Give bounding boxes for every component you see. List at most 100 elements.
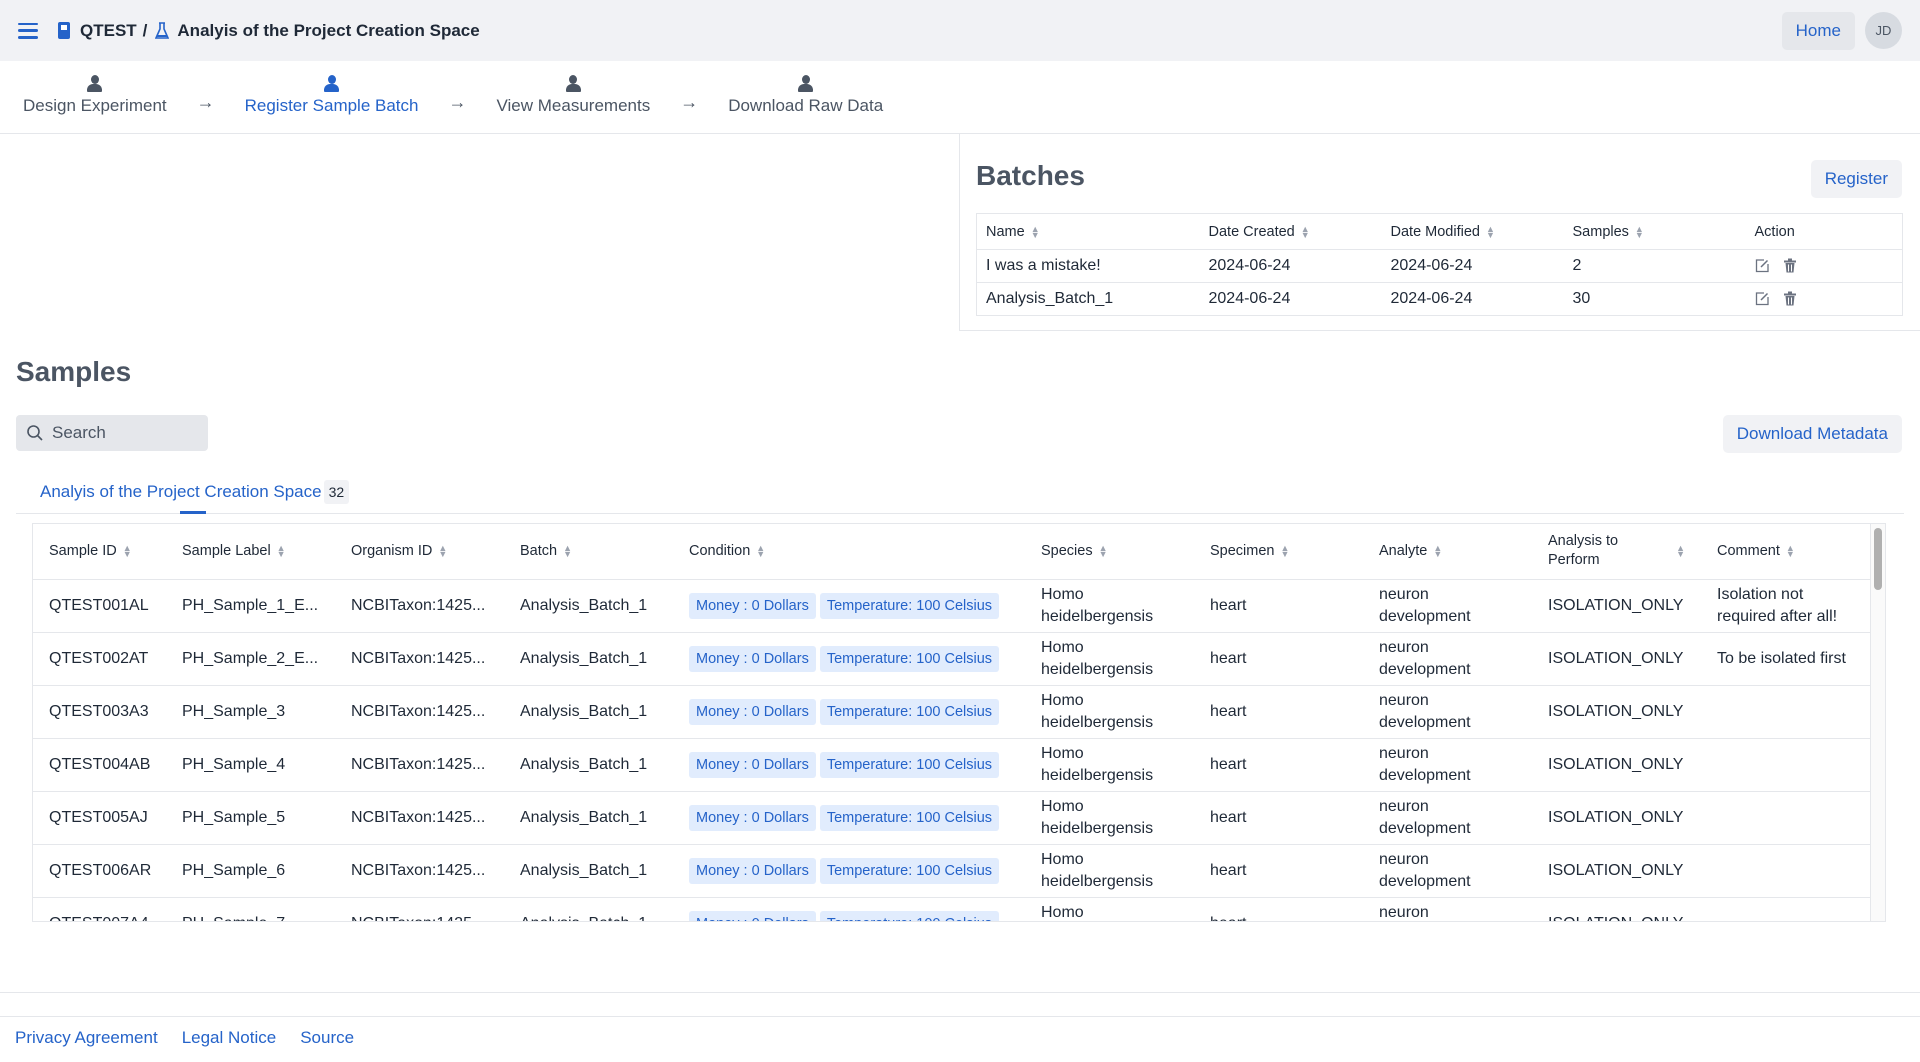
project-notebook-icon [58, 22, 70, 39]
sample-cell-id: QTEST003A3 [33, 685, 166, 739]
batch-cell-samples: 30 [1563, 282, 1746, 316]
divider [0, 992, 1920, 993]
sample-row[interactable]: QTEST005AJ PH_Sample_5 NCBITaxon:1425... An… [33, 791, 1871, 845]
experiment-tabs: Analyis of the Project Creation Space 32 [16, 478, 1904, 514]
download-metadata-button[interactable]: Download Metadata [1722, 415, 1902, 453]
footer-link-source[interactable]: Source [300, 1028, 354, 1048]
column-header-sample-label[interactable]: Sample Label ▲ ▼ [166, 524, 335, 580]
sample-row[interactable]: QTEST003A3 PH_Sample_3 NCBITaxon:1425... An… [33, 685, 1871, 739]
batch-cell-name: Analysis_Batch_1 [976, 282, 1200, 316]
sample-cell-organism: NCBITaxon:1425... [335, 897, 504, 921]
divider [0, 1016, 1920, 1017]
breadcrumb-experiment[interactable]: Analyis of the Project Creation Space [177, 21, 479, 41]
sort-icon: ▲ ▼ [1300, 223, 1310, 240]
sample-cell-specimen: heart [1194, 738, 1363, 792]
sample-cell-batch: Analysis_Batch_1 [504, 579, 673, 633]
sort-icon: ▲ ▼ [438, 543, 448, 560]
sort-icon: ▲ ▼ [122, 543, 132, 560]
sample-row[interactable]: QTEST004AB PH_Sample_4 NCBITaxon:1425... An… [33, 738, 1871, 792]
delete-trash-icon[interactable] [1783, 291, 1797, 306]
tab-label: Analyis of the Project Creation Space [40, 482, 322, 501]
breadcrumb-project[interactable]: QTEST [80, 21, 137, 41]
sample-cell-conditions: Money : 0 DollarsTemperature: 100 Celsiu… [673, 632, 1025, 686]
sample-cell-conditions: Money : 0 DollarsTemperature: 100 Celsiu… [673, 685, 1025, 739]
condition-tag: Temperature: 100 Celsius [819, 698, 1000, 725]
sample-cell-species: Homo heidelbergensis [1025, 579, 1194, 633]
delete-trash-icon[interactable] [1783, 258, 1797, 273]
column-label: Analysis to Perform [1548, 533, 1619, 569]
hamburger-menu-icon[interactable] [18, 22, 38, 39]
sort-icon: ▲ ▼ [1098, 543, 1108, 560]
sample-row[interactable]: QTEST006AR PH_Sample_6 NCBITaxon:1425... An… [33, 844, 1871, 898]
sample-cell-label: PH_Sample_6 [166, 844, 335, 898]
column-header-organism-id[interactable]: Organism ID ▲ ▼ [335, 524, 504, 580]
sample-cell-organism: NCBITaxon:1425... [335, 738, 504, 792]
person-icon [565, 75, 581, 92]
sample-cell-comment [1701, 844, 1871, 898]
condition-tag: Temperature: 100 Celsius [819, 857, 1000, 884]
column-header-sample-id[interactable]: Sample ID ▲ ▼ [33, 524, 166, 580]
sample-cell-id: QTEST001AL [33, 579, 166, 633]
sample-cell-species: Homo heidelbergensis [1025, 844, 1194, 898]
sample-row[interactable]: QTEST001AL PH_Sample_1_E... NCBITaxon:1425… [33, 579, 1871, 633]
column-header-specimen[interactable]: Specimen ▲ ▼ [1194, 524, 1363, 580]
step-label: Register Sample Batch [244, 96, 419, 115]
sort-icon: ▲ ▼ [1280, 543, 1290, 560]
sample-cell-specimen: heart [1194, 791, 1363, 845]
edit-icon[interactable] [1755, 291, 1769, 306]
column-header-batch[interactable]: Batch ▲ ▼ [504, 524, 673, 580]
step-label: Download Raw Data [728, 96, 884, 115]
sample-row[interactable]: QTEST007A4PH_Sample_7NCBITaxon:1425...An… [33, 897, 1871, 921]
sample-cell-specimen: heart [1194, 685, 1363, 739]
arrow-right-icon: → [196, 92, 215, 112]
register-batch-button[interactable]: Register [1810, 160, 1902, 198]
column-header-analyte[interactable]: Analyte ▲ ▼ [1363, 524, 1532, 580]
sample-cell-analyte: neuron development [1363, 738, 1532, 792]
sample-cell-species: Homo heidelbergensis [1025, 685, 1194, 739]
edit-icon[interactable] [1755, 258, 1769, 273]
scrollbar-thumb[interactable] [1874, 528, 1882, 590]
sample-cell-comment [1701, 897, 1871, 921]
column-header-comment[interactable]: Comment ▲ ▼ [1701, 524, 1871, 580]
column-header-analysis-to-perform[interactable]: Analysis to Perform ▲ ▼ [1532, 524, 1701, 580]
sample-cell-analyte: neuron development [1363, 791, 1532, 845]
home-button[interactable]: Home [1781, 11, 1855, 50]
condition-tag: Money : 0 Dollars [689, 910, 816, 921]
sample-cell-organism: NCBITaxon:1425... [335, 685, 504, 739]
sample-cell-analysis: ISOLATION_ONLY [1532, 632, 1701, 686]
condition-tag: Money : 0 Dollars [689, 857, 816, 884]
workflow-stepper: Design Experiment → Register Sample Batc… [0, 61, 1920, 134]
sample-row[interactable]: QTEST002AT PH_Sample_2_E... NCBITaxon:1425… [33, 632, 1871, 686]
search-input[interactable] [52, 423, 202, 443]
column-header-name[interactable]: Name ▲ ▼ [976, 213, 1200, 250]
person-icon [798, 75, 814, 92]
tab-experiment[interactable]: Analyis of the Project Creation Space 32 [40, 480, 350, 504]
table-scrollbar[interactable] [1870, 524, 1885, 921]
condition-tag: Money : 0 Dollars [689, 592, 816, 619]
sample-cell-conditions: Money : 0 DollarsTemperature: 100 Celsiu… [673, 844, 1025, 898]
sample-cell-comment [1701, 738, 1871, 792]
column-label: Specimen [1210, 543, 1275, 560]
search-box[interactable] [16, 415, 208, 451]
sample-cell-specimen: heart [1194, 844, 1363, 898]
sample-cell-batch: Analysis_Batch_1 [504, 897, 673, 921]
step-design-experiment[interactable]: Design Experiment [23, 75, 167, 116]
sample-cell-species: Homo heidelbergensis [1025, 791, 1194, 845]
column-header-date-created[interactable]: Date Created ▲ ▼ [1199, 213, 1382, 250]
column-label: Condition [689, 543, 751, 560]
column-header-date-modified[interactable]: Date Modified ▲ ▼ [1381, 213, 1564, 250]
condition-tag: Temperature: 100 Celsius [819, 645, 1000, 672]
footer-link-legal[interactable]: Legal Notice [182, 1028, 277, 1048]
sample-cell-analysis: ISOLATION_ONLY [1532, 738, 1701, 792]
user-avatar[interactable]: JD [1865, 12, 1902, 49]
footer-link-privacy[interactable]: Privacy Agreement [15, 1028, 158, 1048]
sample-cell-label: PH_Sample_3 [166, 685, 335, 739]
sample-cell-comment [1701, 685, 1871, 739]
step-register-sample-batch[interactable]: Register Sample Batch [245, 75, 419, 116]
condition-tag: Temperature: 100 Celsius [819, 751, 1000, 778]
column-header-species[interactable]: Species ▲ ▼ [1025, 524, 1194, 580]
column-header-samples[interactable]: Samples ▲ ▼ [1563, 213, 1746, 250]
step-view-measurements[interactable]: View Measurements [497, 75, 650, 116]
column-header-condition[interactable]: Condition ▲ ▼ [673, 524, 1025, 580]
step-download-raw-data[interactable]: Download Raw Data [728, 75, 883, 116]
